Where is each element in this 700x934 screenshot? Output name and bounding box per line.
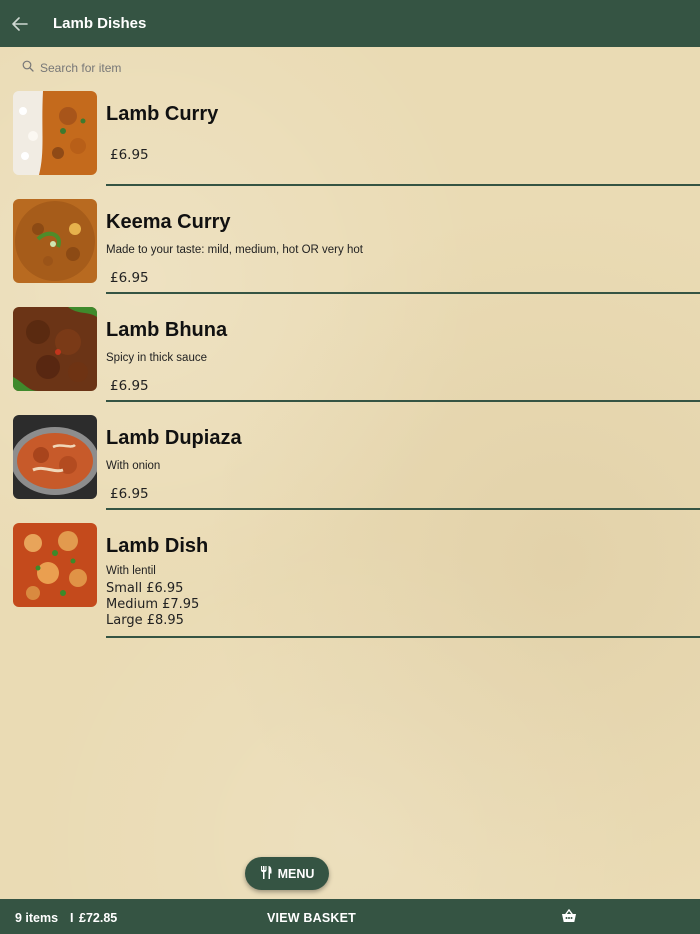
item-divider — [106, 636, 700, 638]
item-description: Made to your taste: mild, medium, hot OR… — [106, 244, 363, 256]
basket-bar[interactable]: 9 items I £72.85 VIEW BASKET — [0, 899, 700, 934]
menu-item-list: Lamb Curry £6.95 Keema Curry Made to you… — [0, 90, 700, 650]
lamb-curry-photo — [13, 91, 97, 175]
item-divider — [106, 508, 700, 510]
menu-button-label: MENU — [277, 866, 315, 881]
list-item[interactable]: Lamb Bhuna Spicy in thick sauce £6.95 — [0, 306, 700, 414]
search-placeholder: Search for item — [40, 61, 122, 75]
basket-total: £72.85 — [79, 911, 118, 925]
item-price: £6.95 — [110, 147, 149, 163]
item-price: £6.95 — [110, 378, 149, 394]
size-price-large: Large £8.95 — [106, 613, 184, 628]
item-name: Lamb Dupiaza — [106, 427, 242, 449]
item-name: Lamb Curry — [106, 103, 219, 125]
basket-item-count: 9 items — [15, 911, 59, 925]
search-icon — [22, 59, 34, 77]
arrow-left-icon[interactable] — [0, 0, 40, 47]
basket-icon[interactable] — [561, 908, 577, 926]
lamb-dupiaza-photo — [13, 415, 97, 499]
basket-separator: I — [70, 911, 74, 925]
item-price: £6.95 — [110, 486, 149, 502]
item-size-prices: Small £6.95 Medium £7.95 Large £8.95 — [106, 581, 199, 629]
item-name: Lamb Dish — [106, 535, 209, 557]
item-name: Keema Curry — [106, 211, 231, 233]
menu-button[interactable]: MENU — [245, 857, 329, 890]
item-divider — [106, 184, 700, 186]
item-divider — [106, 400, 700, 402]
top-app-bar: Lamb Dishes — [0, 0, 700, 47]
item-description: Spicy in thick sauce — [106, 352, 207, 364]
list-item[interactable]: Lamb Dupiaza With onion £6.95 — [0, 414, 700, 522]
lamb-bhuna-photo — [13, 307, 97, 391]
search-input[interactable]: Search for item — [22, 59, 121, 77]
list-item[interactable]: Lamb Curry £6.95 — [0, 90, 700, 198]
list-item[interactable]: Lamb Dish With lentil Small £6.95 Medium… — [0, 522, 700, 650]
size-price-medium: Medium £7.95 — [106, 597, 200, 612]
size-price-small: Small £6.95 — [106, 581, 184, 596]
item-description: With lentil — [106, 565, 156, 577]
keema-curry-photo — [13, 199, 97, 283]
item-divider — [106, 292, 700, 294]
view-basket-button[interactable]: VIEW BASKET — [267, 911, 356, 925]
lamb-dish-photo — [13, 523, 97, 607]
list-item[interactable]: Keema Curry Made to your taste: mild, me… — [0, 198, 700, 306]
item-name: Lamb Bhuna — [106, 319, 228, 341]
page-title: Lamb Dishes — [53, 15, 147, 32]
fork-knife-icon — [260, 865, 272, 882]
item-description: With onion — [106, 460, 161, 472]
item-price: £6.95 — [110, 270, 149, 286]
